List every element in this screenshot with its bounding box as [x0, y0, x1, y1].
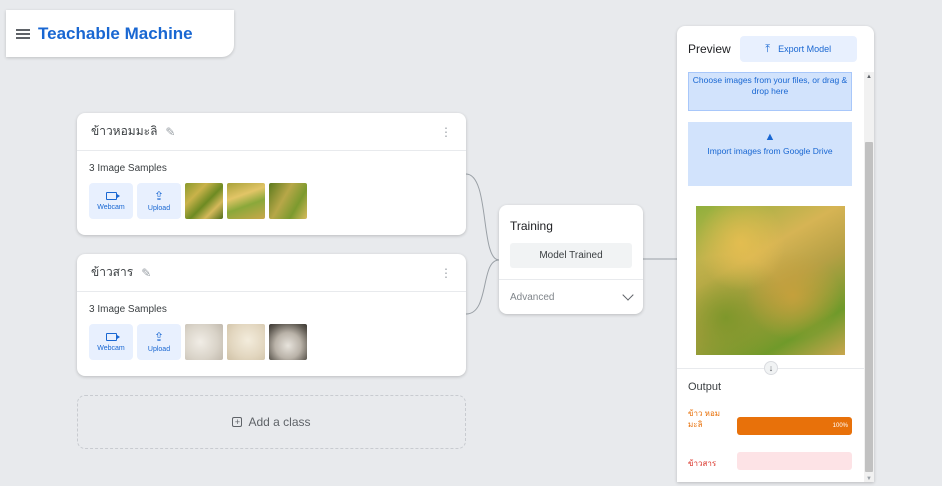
preview-title: Preview: [688, 42, 731, 56]
export-label: Export Model: [778, 44, 832, 54]
preview-image: [696, 206, 845, 355]
upload-icon: ⇪: [153, 189, 165, 203]
webcam-label: Webcam: [97, 344, 125, 352]
output-label-class1: ข้าว หอม มะลิ: [688, 409, 721, 429]
output-bar-class1: 100%: [737, 417, 852, 435]
scroll-down-icon[interactable]: ▼: [866, 476, 872, 482]
output-percent: 100%: [832, 423, 848, 429]
webcam-icon: [105, 332, 120, 341]
more-options-icon[interactable]: ⋮: [440, 126, 452, 138]
google-drive-icon: ▲: [764, 131, 776, 143]
arrow-down-icon: ↓: [764, 361, 778, 375]
preview-header: Preview ⤒ Export Model: [677, 26, 874, 72]
upload-label: Upload: [147, 205, 171, 212]
scrollbar-thumb[interactable]: [865, 142, 873, 472]
class-card-2: ข้าวสาร ✎ ⋮ 3 Image Samples Webcam ⇪ Upl…: [77, 254, 466, 376]
sample-thumbnail[interactable]: [227, 324, 265, 360]
training-panel: Training Model Trained Advanced: [499, 205, 643, 314]
upload-button[interactable]: ⇪ Upload: [137, 183, 181, 219]
class-name[interactable]: ข้าวหอมมะลิ: [91, 122, 157, 141]
webcam-button[interactable]: Webcam: [89, 183, 133, 219]
app-title[interactable]: Teachable Machine: [38, 24, 193, 44]
google-drive-import[interactable]: ▲ Import images from Google Drive: [688, 122, 852, 186]
class-header: ข้าวสาร ✎ ⋮: [77, 254, 466, 292]
sample-row: Webcam ⇪ Upload: [89, 183, 466, 219]
webcam-icon: [105, 191, 120, 200]
samples-count: 3 Image Samples: [89, 163, 167, 174]
add-icon: +: [232, 417, 243, 427]
advanced-label: Advanced: [510, 291, 555, 303]
file-drop-zone[interactable]: Choose images from your files, or drag &…: [688, 72, 852, 111]
sample-thumbnail[interactable]: [185, 324, 223, 360]
connector-class2: [465, 259, 500, 315]
chevron-down-icon: [622, 289, 634, 301]
output-bar-class2: [737, 452, 852, 470]
class-header: ข้าวหอมมะลิ ✎ ⋮: [77, 113, 466, 151]
upload-button[interactable]: ⇪ Upload: [137, 324, 181, 360]
preview-panel: Preview ⤒ Export Model Choose images fro…: [677, 26, 874, 482]
samples-count: 3 Image Samples: [89, 304, 167, 315]
output-label-class2: ข้าวสาร: [688, 459, 717, 468]
export-icon: ⤒: [765, 42, 771, 55]
scroll-up-icon[interactable]: ▲: [866, 74, 872, 80]
edit-pencil-icon[interactable]: ✎: [141, 266, 151, 280]
sample-thumbnail[interactable]: [185, 183, 223, 219]
connector-class1: [465, 173, 500, 261]
sample-thumbnail[interactable]: [269, 183, 307, 219]
sample-row: Webcam ⇪ Upload: [89, 324, 466, 360]
advanced-toggle[interactable]: Advanced: [499, 279, 643, 314]
upload-icon: ⇪: [153, 330, 165, 344]
webcam-label: Webcam: [97, 203, 125, 211]
add-class-button[interactable]: + Add a class: [77, 395, 466, 449]
add-class-label: Add a class: [248, 415, 311, 429]
preview-scrollbar[interactable]: ▲ ▼: [864, 72, 874, 482]
menu-icon[interactable]: [16, 28, 30, 39]
output-title: Output: [688, 381, 722, 393]
class-name[interactable]: ข้าวสาร: [91, 263, 133, 282]
edit-pencil-icon[interactable]: ✎: [165, 125, 175, 139]
upload-label: Upload: [147, 346, 171, 353]
training-title: Training: [510, 219, 553, 233]
train-model-button[interactable]: Model Trained: [510, 243, 632, 268]
class-card-1: ข้าวหอมมะลิ ✎ ⋮ 3 Image Samples Webcam ⇪…: [77, 113, 466, 235]
app-header: Teachable Machine: [6, 10, 234, 57]
more-options-icon[interactable]: ⋮: [440, 267, 452, 279]
drive-import-label: Import images from Google Drive: [707, 146, 833, 156]
sample-thumbnail[interactable]: [269, 324, 307, 360]
export-model-button[interactable]: ⤒ Export Model: [739, 36, 857, 62]
webcam-button[interactable]: Webcam: [89, 324, 133, 360]
sample-thumbnail[interactable]: [227, 183, 265, 219]
